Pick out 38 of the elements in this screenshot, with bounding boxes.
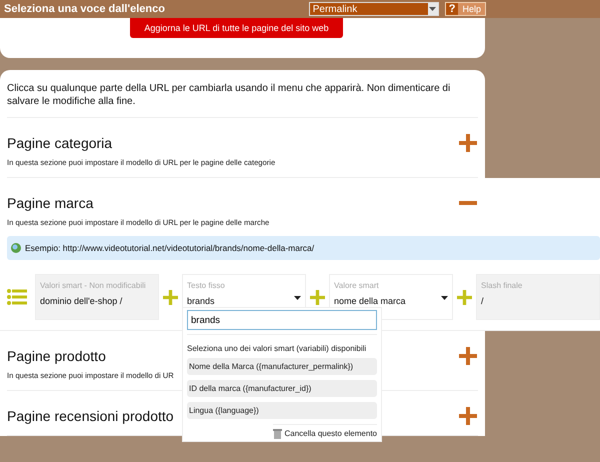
help-button[interactable]: ? Help	[444, 2, 486, 16]
add-segment-icon[interactable]	[457, 290, 472, 304]
popup-heading: Seleziona uno dei valori smart (variabili) disponibili	[187, 334, 377, 353]
segment-label: Valori smart - Non modificabili	[40, 281, 147, 290]
delete-element-button[interactable]: Cancella questo elemento	[273, 424, 377, 439]
example-url: Esempio: http://www.videotutorial.net/videotutorial/brands/nome-della-marca/	[25, 243, 314, 253]
expand-icon[interactable]	[459, 134, 477, 152]
segment-value: dominio dell'e-shop /	[40, 296, 122, 306]
globe-icon	[11, 243, 21, 253]
segment-label: Slash finale	[481, 281, 524, 290]
caret-icon	[429, 7, 436, 11]
caret-icon	[294, 296, 301, 300]
url-segment[interactable]: Valori smart - Non modificabili dominio dell'e-shop /	[35, 274, 159, 320]
segment-value: /	[481, 296, 484, 306]
add-segment-icon[interactable]	[310, 290, 325, 304]
section-title: Pagine marca	[7, 195, 94, 211]
smart-value-option[interactable]: Lingua ({language})	[187, 402, 377, 419]
update-urls-button[interactable]: Aggiorna le URL di tutte le pagine del sito web	[130, 18, 343, 38]
segment-value: brands	[187, 296, 215, 306]
segment-label: Testo fisso	[187, 281, 226, 290]
url-segment[interactable]: Slash finale /	[476, 274, 600, 320]
smart-value-option[interactable]: Nome della Marca ({manufacturer_permalink})	[187, 358, 377, 375]
expand-icon[interactable]	[459, 347, 477, 365]
instructions-text: Clicca su qualunque parte della URL per cambiarla usando il menu che apparirà. Non dimenticare di salvare le modifiche alla fine.	[7, 82, 478, 118]
text-input[interactable]: brands	[187, 310, 377, 330]
section-title: Pagine prodotto	[7, 348, 106, 364]
section-title: Pagine recensioni prodotto	[7, 408, 174, 424]
trash-icon	[273, 428, 282, 439]
top-bar-title: Seleziona una voce dall'elenco	[4, 3, 166, 15]
segment-label: Valore smart	[334, 281, 380, 290]
list-icon[interactable]	[7, 289, 27, 305]
page-select[interactable]: Permalink	[308, 2, 439, 16]
add-segment-icon[interactable]	[163, 290, 178, 304]
smart-value-option[interactable]: ID della marca ({manufacturer_id})	[187, 380, 377, 397]
section-title: Pagine categoria	[7, 135, 112, 151]
segment-value: nome della marca	[334, 296, 406, 306]
caret-icon	[441, 296, 448, 300]
expand-icon[interactable]	[459, 407, 477, 425]
